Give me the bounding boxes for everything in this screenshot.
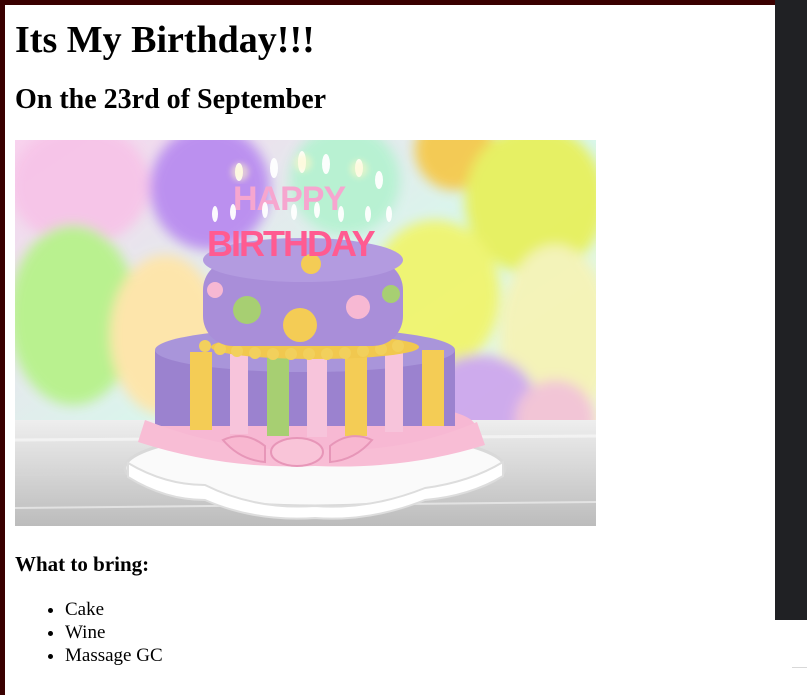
- corner-divider: [792, 667, 807, 668]
- candle-happy-text: HAPPY: [233, 180, 346, 218]
- page-title: Its My Birthday!!!: [15, 19, 315, 61]
- vertical-scrollbar[interactable]: [775, 0, 807, 620]
- page-subtitle: On the 23rd of September: [15, 84, 327, 115]
- cake-illustration: HAPPY BIRTHDAY: [15, 140, 596, 526]
- bring-list: Cake Wine Massage GC: [15, 598, 755, 667]
- page-content: Its My Birthday!!! On the 23rd of Septem…: [15, 18, 755, 667]
- bring-item-cake: Cake: [65, 598, 755, 621]
- bring-heading: What to bring:: [15, 552, 150, 576]
- browser-viewport: Its My Birthday!!! On the 23rd of Septem…: [0, 0, 807, 695]
- candle-birthday-text: BIRTHDAY: [207, 223, 376, 264]
- scrollbar-corner: [775, 620, 807, 695]
- bring-item-massage-gc: Massage GC: [65, 644, 755, 667]
- bring-item-wine: Wine: [65, 621, 755, 644]
- window-left-border: [0, 0, 5, 695]
- window-top-border: [0, 0, 775, 5]
- birthday-cake-image: HAPPY BIRTHDAY: [15, 140, 596, 526]
